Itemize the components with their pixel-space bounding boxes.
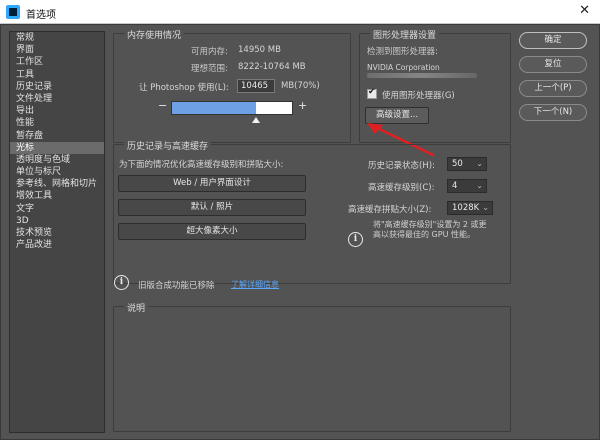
ideal-range-label: 理想范围: [191, 64, 228, 74]
sidebar-item[interactable]: 导出 [10, 105, 104, 117]
cache-level-note-line1: 将"高速缓存级别"设置为 2 或更 [373, 220, 487, 229]
previous-button[interactable]: 上一个(P) [519, 80, 587, 97]
sidebar-item[interactable]: 工具 [10, 69, 104, 81]
sidebar-item[interactable]: 参考线、网格和切片 [10, 178, 104, 190]
sidebar-item[interactable]: 文件处理 [10, 93, 104, 105]
default-photo-button[interactable]: 默认 / 照片 [118, 199, 306, 216]
reset-button[interactable]: 复位 [519, 56, 587, 73]
ok-button[interactable]: 确定 [519, 32, 587, 49]
sidebar-item[interactable]: 性能 [10, 117, 104, 129]
memory-slider-fill [172, 102, 256, 114]
chevron-down-icon[interactable]: ⌄ [476, 158, 483, 170]
sidebar-item[interactable]: 工作区 [10, 56, 104, 68]
info-icon: i [114, 275, 129, 290]
cache-tile-size-value: 1028K [452, 203, 480, 213]
use-gpu-checkbox[interactable] [367, 87, 377, 99]
next-button[interactable]: 下一个(N) [519, 104, 587, 121]
plus-icon[interactable]: + [298, 99, 307, 112]
available-memory-label: 可用内存: [191, 47, 228, 57]
description-legend: 说明 [124, 301, 149, 314]
sidebar-item[interactable]: 暂存盘 [10, 130, 104, 142]
sidebar-item[interactable]: 单位与标尺 [10, 166, 104, 178]
preferences-sidebar: 常规 界面 工作区 工具 历史记录 文件处理 导出 性能 暂存盘 光标 透明度与色域 单位与标尺 参考线… [9, 31, 105, 433]
sidebar-item[interactable]: 增效工具 [10, 190, 104, 202]
memory-usage-slider[interactable] [171, 101, 293, 115]
cache-levels-label: 高速缓存级别(C): [368, 183, 435, 193]
window-title: 首选项 [26, 10, 56, 21]
dialog-body: 常规 界面 工作区 工具 历史记录 文件处理 导出 性能 暂存盘 光标 透明度与色域 单位与标尺 参考线… [0, 24, 600, 440]
gpu-settings-legend: 图形处理器设置 [370, 28, 440, 41]
history-states-stepper[interactable]: 50 ⌄ [447, 157, 487, 171]
memory-slider-thumb[interactable] [252, 117, 261, 123]
memory-unit-percent: MB(70%) [281, 81, 320, 91]
info-icon: i [348, 232, 363, 247]
web-ui-design-button[interactable]: Web / 用户界面设计 [118, 175, 306, 192]
memory-usage-input[interactable]: 10465 [237, 79, 275, 93]
detected-gpu-label: 检测到图形处理器: [367, 47, 438, 57]
sidebar-item[interactable]: 产品改进 [10, 239, 104, 251]
cache-optimize-label: 为下面的情况优化高速缓存级别和拼贴大小: [119, 160, 284, 170]
cache-levels-stepper[interactable]: 4 ⌄ [447, 179, 487, 193]
history-states-label: 历史记录状态(H): [368, 161, 435, 171]
history-cache-legend: 历史记录与高速缓存 [124, 139, 212, 152]
use-gpu-label: 使用图形处理器(G) [382, 91, 455, 101]
memory-usage-legend: 内存使用情况 [124, 28, 185, 41]
description-group: 说明 [113, 301, 511, 432]
sidebar-item[interactable]: 常规 [10, 32, 104, 44]
sidebar-item[interactable]: 3D [10, 215, 104, 227]
cache-level-note: 将"高速缓存级别"设置为 2 或更 高以获得最佳的 GPU 性能。 [373, 220, 509, 240]
chevron-down-icon[interactable]: ⌄ [482, 202, 489, 214]
cache-tile-size-label: 高速缓存拼贴大小(Z): [348, 205, 432, 215]
learn-more-link[interactable]: 了解详细信息 [231, 279, 279, 290]
huge-pixel-size-button[interactable]: 超大像素大小 [118, 223, 306, 240]
gpu-vendor: NVIDIA Corporation [367, 63, 440, 72]
cache-levels-value: 4 [452, 181, 458, 191]
sidebar-item[interactable]: 界面 [10, 44, 104, 56]
chevron-down-icon[interactable]: ⌄ [476, 180, 483, 192]
sidebar-item[interactable]: 光标 [10, 141, 104, 154]
cache-tile-size-stepper[interactable]: 1028K ⌄ [447, 201, 493, 215]
gpu-model-blurred [367, 73, 477, 78]
photoshop-use-label: 让 Photoshop 使用(L): [139, 83, 229, 93]
sidebar-item[interactable]: 透明度与色域 [10, 154, 104, 166]
legacy-compositing-removed-text: 旧版合成功能已移除 [138, 281, 215, 291]
minus-icon[interactable]: − [158, 99, 167, 112]
history-states-value: 50 [452, 159, 463, 169]
cache-level-note-line2: 高以获得最佳的 GPU 性能。 [373, 230, 475, 239]
sidebar-item[interactable]: 历史记录 [10, 81, 104, 93]
available-memory-value: 14950 MB [238, 45, 281, 55]
photoshop-app-icon [6, 5, 20, 19]
ideal-range-value: 8222-10764 MB [238, 62, 306, 72]
sidebar-item[interactable]: 技术预览 [10, 227, 104, 239]
sidebar-item[interactable]: 文字 [10, 203, 104, 215]
close-icon[interactable]: ✕ [579, 4, 590, 18]
title-bar: 首选项 ✕ [0, 0, 600, 24]
